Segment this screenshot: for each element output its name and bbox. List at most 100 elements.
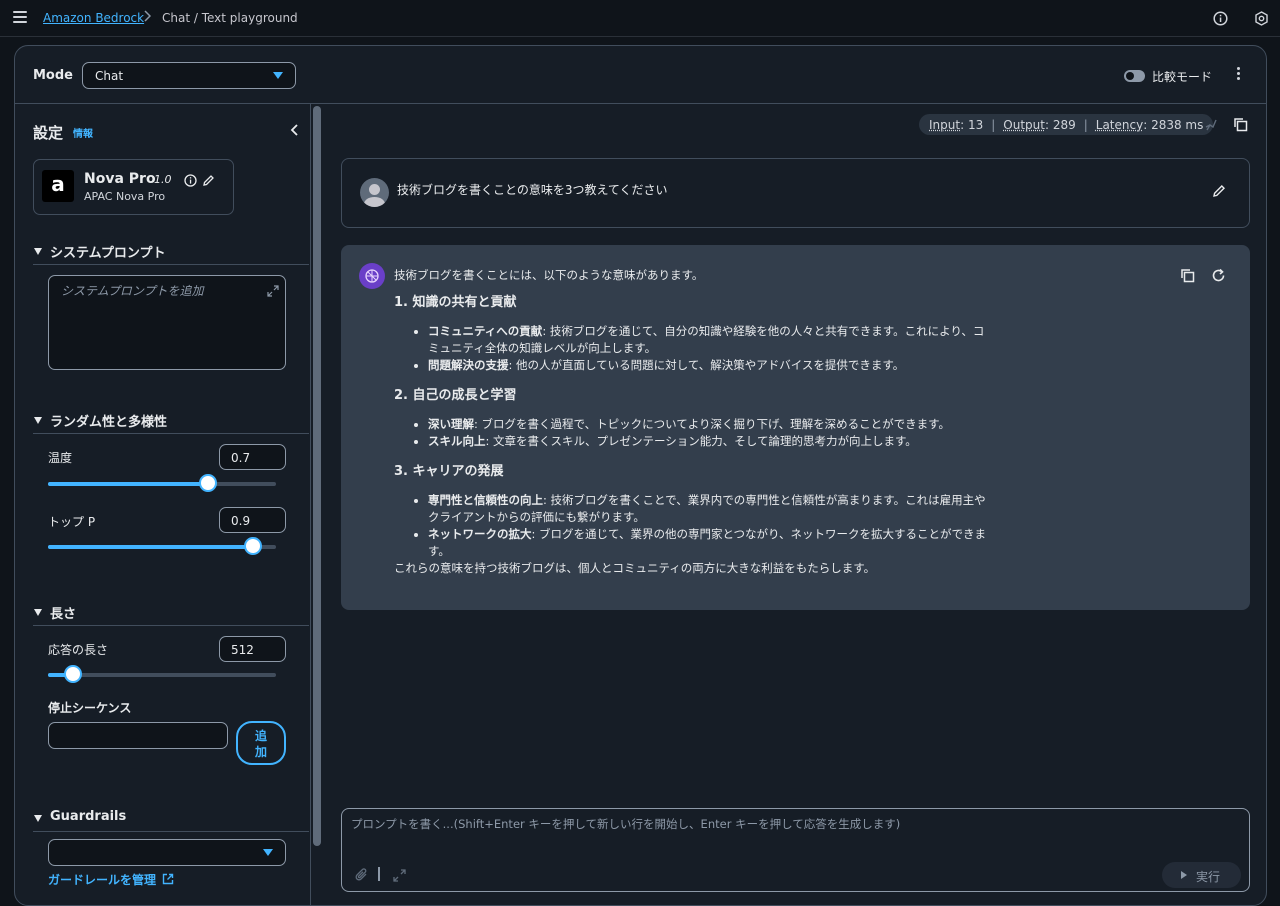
response-length-slider[interactable] (48, 665, 276, 683)
copy-conversation-icon[interactable] (1233, 117, 1248, 136)
edit-message-icon[interactable] (1212, 183, 1226, 202)
external-link-icon (163, 873, 174, 885)
prompt-placeholder: プロンプトを書く...(Shift+Enter キーを押して新しい行を開始し、E… (351, 817, 901, 831)
top-p-value: 0.9 (231, 514, 251, 528)
expand-prompt-icon[interactable] (393, 867, 406, 886)
manage-guardrails-label: ガードレールを管理 (48, 873, 157, 887)
add-stop-sequence-button[interactable]: 追 加 (236, 721, 286, 765)
list-item-text: : 文章を書くスキル、プレゼンテーション能力、そして論理的思考力が向上します。 (485, 434, 917, 448)
response-length-slider-thumb[interactable] (64, 665, 83, 683)
collapse-sidebar-icon[interactable] (290, 122, 300, 136)
system-prompt-input[interactable]: システムプロンプトを追加 (48, 275, 286, 370)
list-item-text: : ブログを書く過程で、トピックについてより深く掘り下げ、理解を深めることができ… (474, 417, 951, 431)
regenerate-icon[interactable] (1211, 268, 1226, 287)
expand-icon[interactable] (267, 282, 279, 301)
system-prompt-placeholder: システムプロンプトを追加 (61, 284, 204, 298)
assistant-intro: 技術ブログを書くことには、以下のような意味があります。 (394, 268, 704, 282)
settings-icon[interactable] (1254, 11, 1269, 26)
list-item-term: 深い理解 (428, 417, 474, 431)
temperature-value: 0.7 (231, 451, 251, 465)
response-length-input[interactable]: 512 (219, 636, 286, 662)
list-item: スキル向上: 文章を書くスキル、プレゼンテーション能力、そして論理的思考力が向上… (428, 433, 994, 450)
list-item: 深い理解: ブログを書く過程で、トピックについてより深く掘り下げ、理解を深めるこ… (428, 416, 994, 433)
settings-info-link[interactable]: 情報 (73, 125, 93, 140)
breadcrumb-amazon-bedrock[interactable]: Amazon Bedrock (43, 11, 144, 25)
output-tokens-key: Output (1003, 117, 1045, 132)
length-section-toggle[interactable]: 長さ (33, 602, 309, 626)
latency-key: Latency (1095, 117, 1144, 132)
expand-caret-icon (34, 815, 42, 822)
assistant-response-body: 技術ブログを書くことには、以下のような意味があります。 1. 知識の共有と貢献 … (394, 267, 994, 577)
section-title: 3. キャリアの発展 (394, 464, 504, 479)
randomness-section-toggle[interactable]: ランダム性と多様性 (33, 410, 309, 434)
list-item: 専門性と信頼性の向上: 技術ブログを書くことで、業界内での専門性と信頼性が高まり… (428, 492, 994, 526)
input-tokens-key: Input (929, 117, 961, 132)
temperature-input[interactable]: 0.7 (219, 444, 286, 470)
model-card[interactable]: a Nova Pro 1.0 APAC Nova Pro (33, 159, 234, 215)
system-prompt-section-toggle[interactable]: システムプロンプト (33, 241, 309, 265)
temperature-slider[interactable] (48, 474, 276, 492)
edit-model-icon[interactable] (202, 172, 215, 191)
info-icon[interactable] (1213, 11, 1228, 26)
caret-down-icon (263, 849, 273, 856)
stop-sequence-input[interactable] (48, 722, 228, 749)
assistant-message: 技術ブログを書くことには、以下のような意味があります。 1. 知識の共有と貢献 … (341, 245, 1250, 610)
response-length-value: 512 (231, 643, 254, 657)
run-button[interactable]: 実行 (1162, 862, 1241, 888)
top-p-input[interactable]: 0.9 (219, 507, 286, 533)
list-item-term: コミュニティへの貢献 (428, 324, 543, 338)
stop-sequence-label: 停止シーケンス (48, 701, 132, 715)
more-options-icon[interactable] (1233, 67, 1243, 83)
guardrails-select[interactable] (48, 839, 286, 866)
top-p-slider-thumb[interactable] (244, 537, 263, 555)
copy-response-icon[interactable] (1180, 268, 1195, 287)
add-button-label-line1: 追 (254, 729, 267, 743)
guardrails-section-toggle[interactable]: Guardrails (33, 808, 309, 832)
expand-caret-icon (34, 248, 42, 255)
mode-select[interactable]: Chat (82, 62, 296, 89)
top-p-slider[interactable] (48, 537, 276, 555)
mode-label: Mode (33, 68, 73, 83)
model-name: Nova Pro (84, 171, 156, 187)
play-icon (1181, 871, 1187, 879)
breadcrumb-current-page: Chat / Text playground (162, 11, 298, 25)
top-navigation-bar: Amazon Bedrock Chat / Text playground (0, 0, 1280, 37)
breadcrumb-separator-icon (143, 10, 152, 25)
mode-bar: Mode Chat 比較モード (15, 46, 1266, 104)
list-item-term: ネットワークの拡大 (428, 527, 532, 541)
toolbar-divider (378, 867, 380, 881)
user-avatar-icon (360, 178, 389, 207)
add-button-label-line2: 加 (254, 745, 267, 759)
menu-icon[interactable] (13, 11, 27, 25)
prompt-input[interactable]: プロンプトを書く...(Shift+Enter キーを押して新しい行を開始し、E… (341, 808, 1250, 892)
section-list: コミュニティへの貢献: 技術ブログを通じて、自分の知識や経験を他の人々と共有でき… (412, 323, 994, 374)
compare-mode-toggle[interactable] (1124, 70, 1145, 82)
model-version: 1.0 (154, 173, 172, 186)
section-list: 深い理解: ブログを書く過程で、トピックについてより深く掘り下げ、理解を深めるこ… (412, 416, 994, 450)
attach-file-icon[interactable] (355, 867, 369, 886)
playground-container: Mode Chat 比較モード 設定 情報 a Nova Pro 1.0 APA… (14, 45, 1267, 906)
temperature-slider-thumb[interactable] (198, 474, 217, 492)
list-item: ネットワークの拡大: ブログを通じて、業界の他の専門家とつながり、ネットワークを… (428, 526, 994, 560)
output-tokens-value: 289 (1052, 117, 1076, 132)
list-item-term: 問題解決の支援 (428, 358, 509, 372)
run-button-label: 実行 (1196, 870, 1221, 884)
length-heading: 長さ (50, 607, 77, 622)
top-p-slider-fill (48, 545, 254, 549)
list-item: 問題解決の支援: 他の人が直面している問題に対して、解決策やアドバイスを提供でき… (428, 357, 994, 374)
section-title: 1. 知識の共有と貢献 (394, 295, 517, 310)
temperature-label: 温度 (48, 451, 73, 465)
top-p-label: トップ P (48, 515, 96, 529)
temperature-slider-fill (48, 482, 208, 486)
section-title: 2. 自己の成長と学習 (394, 388, 517, 403)
user-message-text: 技術ブログを書くことの意味を3つ教えてください (397, 183, 668, 197)
expand-caret-icon (34, 417, 42, 424)
user-message: 技術ブログを書くことの意味を3つ教えてください (341, 158, 1250, 228)
clear-chat-icon[interactable] (1204, 117, 1218, 136)
model-info-icon[interactable] (184, 172, 197, 191)
list-item-term: 専門性と信頼性の向上 (428, 493, 543, 507)
caret-down-icon (273, 72, 283, 79)
list-item-term: スキル向上 (428, 434, 486, 448)
sidebar-scrollbar[interactable] (313, 106, 321, 846)
manage-guardrails-link[interactable]: ガードレールを管理 (48, 871, 174, 888)
